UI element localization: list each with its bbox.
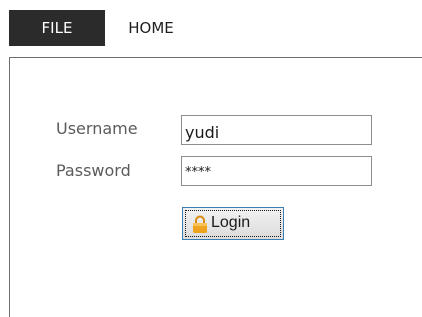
ribbon-tabs: FILE HOME (0, 0, 422, 48)
tab-home[interactable]: HOME (113, 10, 189, 46)
lock-icon (193, 215, 207, 233)
password-label: Password (56, 161, 131, 180)
tab-file[interactable]: FILE (9, 10, 105, 46)
password-field[interactable] (181, 156, 372, 186)
login-panel: Username Password Login (9, 57, 422, 317)
username-field[interactable] (181, 115, 372, 145)
login-button[interactable]: Login (182, 207, 284, 240)
login-button-label: Login (211, 214, 251, 231)
username-label: Username (56, 119, 138, 138)
